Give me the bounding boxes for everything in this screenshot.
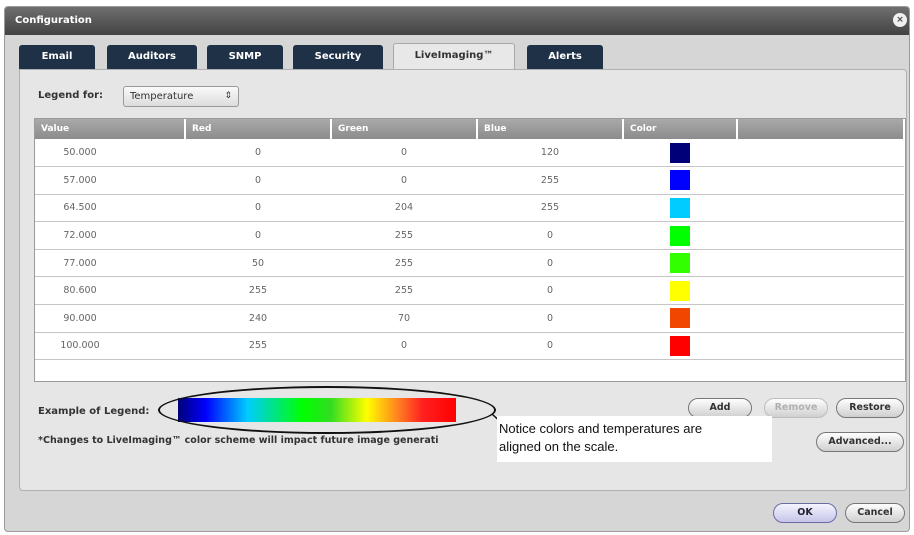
add-button[interactable]: Add xyxy=(688,398,752,418)
tab-security[interactable]: Security xyxy=(293,45,383,69)
empty-cell xyxy=(737,249,904,278)
empty-cell xyxy=(737,166,904,195)
value-cell: 57.000 xyxy=(35,166,185,195)
tab-snmp[interactable]: SNMP xyxy=(207,45,283,69)
empty-cell xyxy=(737,194,904,223)
red-cell: 0 xyxy=(185,139,331,168)
color-swatch[interactable] xyxy=(670,170,690,191)
color-cell xyxy=(623,249,737,278)
red-cell: 50 xyxy=(185,249,331,278)
green-cell: 0 xyxy=(331,139,477,168)
blue-cell: 0 xyxy=(477,304,623,333)
annotation-callout: Notice colors and temperatures are align… xyxy=(497,416,772,462)
blue-cell: 0 xyxy=(477,249,623,278)
green-cell: 255 xyxy=(331,221,477,250)
value-cell: 50.000 xyxy=(35,139,185,168)
red-cell: 0 xyxy=(185,221,331,250)
table-row[interactable]: 50.000 0 0 120 xyxy=(35,139,904,168)
table-row[interactable]: 77.000 50 255 0 xyxy=(35,249,904,278)
table-row[interactable]: 72.000 0 255 0 xyxy=(35,221,904,250)
blue-cell: 255 xyxy=(477,194,623,223)
blue-cell: 0 xyxy=(477,332,623,361)
value-cell: 80.600 xyxy=(35,276,185,306)
legend-for-label: Legend for: xyxy=(38,90,104,101)
column-header-red[interactable]: Red xyxy=(185,119,332,139)
color-swatch[interactable] xyxy=(670,253,690,274)
red-cell: 240 xyxy=(185,304,331,333)
value-cell: 64.500 xyxy=(35,194,185,223)
color-cell xyxy=(623,139,737,168)
annotation-ellipse xyxy=(158,386,496,434)
legend-table: Value Red Green Blue Color 50.000 0 0 120 57… xyxy=(34,118,906,382)
empty-cell xyxy=(737,221,904,250)
table-header-row: Value Red Green Blue Color xyxy=(35,119,905,139)
empty-cell xyxy=(737,139,904,168)
red-cell: 255 xyxy=(185,276,331,306)
callout-line-1: Notice colors and temperatures are xyxy=(499,421,703,436)
window-title: Configuration xyxy=(15,15,92,26)
color-cell xyxy=(623,332,737,361)
column-header-value[interactable]: Value xyxy=(35,119,186,139)
color-swatch[interactable] xyxy=(670,225,690,246)
table-row[interactable]: 100.000 255 0 0 xyxy=(35,332,904,361)
column-header-color[interactable]: Color xyxy=(623,119,738,139)
liveimaging-panel: Legend for: Temperature ⇕ Value Red Gree… xyxy=(19,69,907,491)
table-row[interactable]: 90.000 240 70 0 xyxy=(35,304,904,333)
green-cell: 0 xyxy=(331,166,477,195)
color-cell xyxy=(623,166,737,195)
blue-cell: 120 xyxy=(477,139,623,168)
tab-email[interactable]: Email xyxy=(19,45,95,69)
table-row[interactable]: 80.600 255 255 0 xyxy=(35,276,904,306)
callout-line-2: aligned on the scale. xyxy=(499,439,619,454)
configuration-window: Configuration × Email Auditors SNMP Secu… xyxy=(4,6,910,532)
red-cell: 255 xyxy=(185,332,331,361)
value-cell: 90.000 xyxy=(35,304,185,333)
legend-for-select[interactable]: Temperature ⇕ xyxy=(123,86,239,107)
example-legend-label: Example of Legend: xyxy=(38,406,150,417)
red-cell: 0 xyxy=(185,166,331,195)
color-cell xyxy=(623,194,737,223)
color-cell xyxy=(623,276,737,306)
red-cell: 0 xyxy=(185,194,331,223)
restore-button[interactable]: Restore xyxy=(836,398,904,418)
tab-auditors[interactable]: Auditors xyxy=(107,45,197,69)
value-cell: 100.000 xyxy=(35,332,185,361)
blue-cell: 0 xyxy=(477,221,623,250)
table-row[interactable]: 64.500 0 204 255 xyxy=(35,194,904,223)
table-row[interactable]: 57.000 0 0 255 xyxy=(35,166,904,195)
tab-liveimaging[interactable]: LiveImaging™ xyxy=(393,43,515,69)
green-cell: 255 xyxy=(331,249,477,278)
green-cell: 255 xyxy=(331,276,477,306)
color-swatch[interactable] xyxy=(670,197,690,218)
blue-cell: 255 xyxy=(477,166,623,195)
liveimaging-change-note: *Changes to LiveImaging™ color scheme wi… xyxy=(38,435,439,446)
empty-cell xyxy=(737,332,904,361)
title-bar: Configuration × xyxy=(5,7,909,35)
color-cell xyxy=(623,304,737,333)
remove-button[interactable]: Remove xyxy=(764,398,828,418)
blue-cell: 0 xyxy=(477,276,623,306)
green-cell: 0 xyxy=(331,332,477,361)
green-cell: 204 xyxy=(331,194,477,223)
color-cell xyxy=(623,221,737,250)
select-arrows-icon: ⇕ xyxy=(224,91,232,101)
empty-cell xyxy=(737,276,904,306)
ok-button[interactable]: OK xyxy=(773,503,837,523)
green-cell: 70 xyxy=(331,304,477,333)
color-swatch[interactable] xyxy=(670,280,690,301)
column-header-empty xyxy=(737,119,905,139)
advanced-button[interactable]: Advanced... xyxy=(816,432,904,452)
value-cell: 77.000 xyxy=(35,249,185,278)
cancel-button[interactable]: Cancel xyxy=(845,503,905,523)
color-swatch[interactable] xyxy=(670,335,690,356)
legend-for-value: Temperature xyxy=(130,91,194,102)
close-icon[interactable]: × xyxy=(893,13,907,27)
color-swatch[interactable] xyxy=(670,308,690,329)
column-header-green[interactable]: Green xyxy=(331,119,478,139)
empty-cell xyxy=(737,304,904,333)
value-cell: 72.000 xyxy=(35,221,185,250)
tab-alerts[interactable]: Alerts xyxy=(527,45,603,69)
color-swatch[interactable] xyxy=(670,142,690,163)
column-header-blue[interactable]: Blue xyxy=(477,119,624,139)
